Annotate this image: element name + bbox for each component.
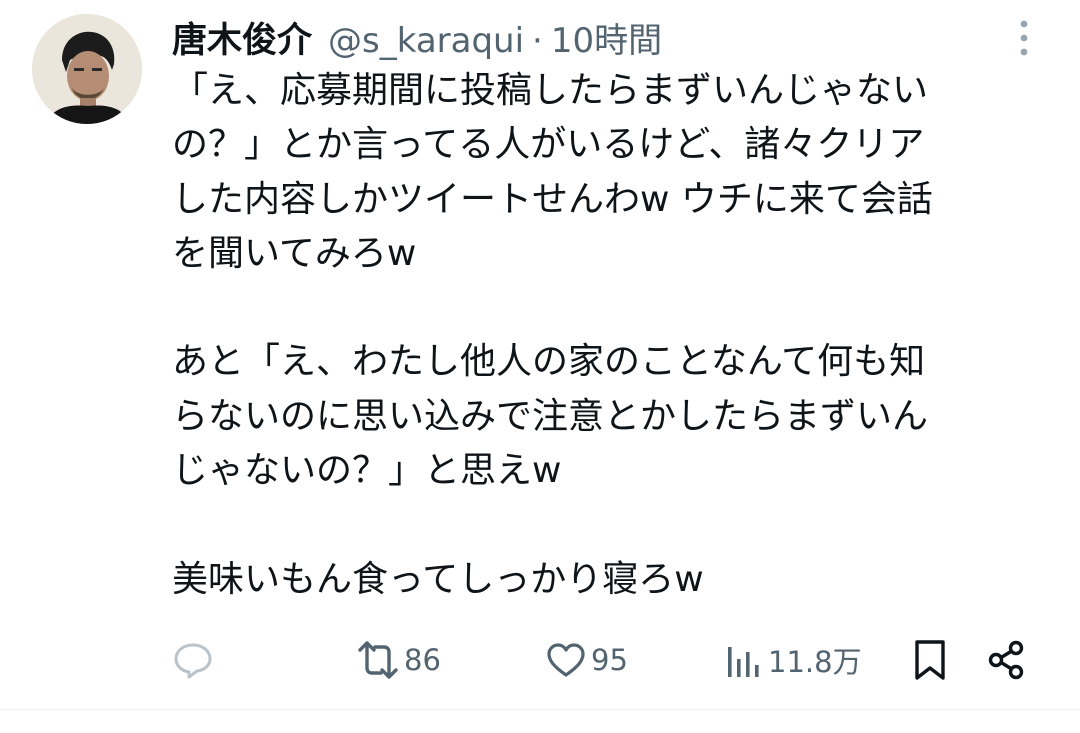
text-line: を聞いてみろw (172, 232, 417, 274)
avatar-photo (32, 14, 142, 124)
more-options-button[interactable] (1004, 18, 1044, 58)
share-button[interactable] (985, 632, 1027, 688)
tweet-text: 「え、応募期間に投稿したらまずいんじゃない の？」とか言ってる人がいるけど、諸々… (172, 64, 1052, 607)
reply-icon (174, 643, 212, 679)
tweet-timestamp[interactable]: 10時間 (551, 13, 662, 62)
views-button[interactable]: 11.8万 (724, 632, 862, 688)
like-button[interactable]: 95 (545, 632, 628, 688)
share-icon (988, 640, 1024, 680)
tweet-paragraph-1: 「え、応募期間に投稿したらまずいんじゃない の？」とか言ってる人がいるけど、諸々… (172, 64, 1052, 281)
text-line: らないのに思い込みで注意とかしたらまずいん (172, 395, 929, 437)
reply-button[interactable] (172, 632, 214, 688)
views-count: 11.8万 (768, 645, 862, 679)
bookmark-icon (915, 640, 945, 680)
avatar[interactable] (32, 14, 142, 124)
heart-icon (547, 643, 585, 677)
analytics-icon (728, 647, 759, 677)
text-line: 美味いもん食ってしっかり寝ろw (172, 558, 704, 600)
retweet-count: 86 (404, 643, 441, 677)
retweet-icon (358, 641, 398, 679)
text-line: あと「え、わたし他人の家のことなんて何も知 (172, 341, 926, 383)
tweet-paragraph-2: あと「え、わたし他人の家のことなんて何も知 らないのに思い込みで注意とかしたらま… (172, 335, 1052, 498)
tweet-divider (0, 709, 1080, 710)
tweet-paragraph-3: 美味いもん食ってしっかり寝ろw (172, 553, 1052, 607)
author-handle[interactable]: @s_karaqui (328, 21, 524, 61)
bookmark-button[interactable] (910, 632, 950, 688)
header-separator: · (532, 21, 543, 61)
tweet-actions: 86 95 11.8万 (0, 632, 1080, 688)
text-line: 「え、応募期間に投稿したらまずいんじゃない (172, 70, 929, 111)
retweet-button[interactable]: 86 (356, 632, 441, 688)
more-vertical-icon (1020, 20, 1028, 56)
author-display-name[interactable]: 唐木俊介 (172, 12, 312, 63)
like-count: 95 (591, 643, 628, 677)
text-line: の？」とか言ってる人がいるけど、諸々クリア (172, 124, 925, 166)
text-line: した内容しかツイートせんわw ウチに来て会話 (172, 178, 933, 220)
text-line: じゃないの？」と思えw (172, 450, 562, 492)
tweet[interactable]: 唐木俊介 @s_karaqui · 10時間 「え、応募期間に投稿したらまずいん… (0, 0, 1080, 709)
tweet-header: 唐木俊介 @s_karaqui · 10時間 (172, 12, 662, 63)
